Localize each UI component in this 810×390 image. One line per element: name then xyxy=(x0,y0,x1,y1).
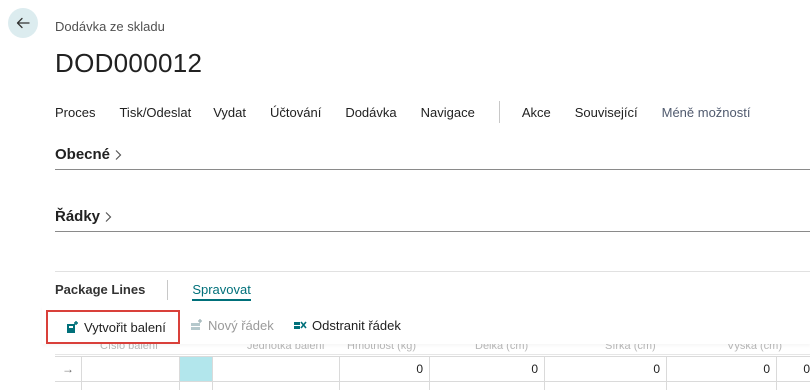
cell-empty xyxy=(776,382,810,390)
cell-empty xyxy=(212,382,339,390)
create-package-icon xyxy=(67,320,78,333)
cell-weight[interactable]: 0 xyxy=(339,357,429,381)
create-package-label: Vytvořit balení xyxy=(84,319,166,335)
package-lines-divider xyxy=(167,279,169,300)
package-lines-toolbar: Vytvořit balení Nový řádek Odstranit řád… xyxy=(42,306,810,344)
arrow-left-icon xyxy=(16,17,30,29)
back-button[interactable] xyxy=(8,8,38,38)
action-akce[interactable]: Akce xyxy=(522,105,551,120)
action-separator xyxy=(498,101,500,123)
delete-line-icon xyxy=(294,320,307,329)
new-line-label: Nový řádek xyxy=(208,317,274,333)
package-lines-grid: → 0 0 0 0 0 xyxy=(55,356,810,390)
action-souvisejici[interactable]: Související xyxy=(575,105,638,120)
chevron-right-icon xyxy=(115,149,122,160)
action-less-options[interactable]: Méně možností xyxy=(662,105,751,120)
fasttab-lines[interactable]: Řádky xyxy=(55,208,810,232)
tab-spravovat[interactable]: Spravovat xyxy=(192,282,251,301)
action-tisk-odeslat[interactable]: Tisk/Odeslat xyxy=(119,105,191,120)
cell-empty xyxy=(544,382,666,390)
row-indicator-arrow-icon: → xyxy=(62,362,74,376)
new-line-icon xyxy=(191,318,202,330)
cell-empty xyxy=(339,382,429,390)
breadcrumb: Dodávka ze skladu xyxy=(55,19,165,34)
cell-empty xyxy=(179,382,212,390)
delete-line-label: Odstranit řádek xyxy=(312,317,401,333)
cell-empty xyxy=(666,382,776,390)
action-proces[interactable]: Proces xyxy=(55,105,95,120)
table-row[interactable] xyxy=(55,382,810,390)
cell-selected[interactable] xyxy=(179,357,212,381)
create-package-button[interactable]: Vytvořit balení xyxy=(46,310,180,344)
package-lines-title: Package Lines xyxy=(55,282,146,297)
cell-empty xyxy=(81,382,179,390)
page-title: DOD000012 xyxy=(55,48,203,78)
action-uctovani[interactable]: Účtování xyxy=(270,105,321,120)
fasttab-general-label: Obecné xyxy=(55,146,111,163)
cell-height[interactable]: 0 xyxy=(666,357,776,381)
fasttab-general[interactable]: Obecné xyxy=(55,146,810,170)
action-bar: Proces Tisk/Odeslat Vydat Účtování Dodáv… xyxy=(55,101,774,123)
new-line-button[interactable]: Nový řádek xyxy=(190,318,274,333)
chevron-right-icon xyxy=(105,211,112,222)
cell-length[interactable]: 0 xyxy=(429,357,544,381)
action-dodavka[interactable]: Dodávka xyxy=(345,105,396,120)
package-lines-header: Package Lines Spravovat xyxy=(55,271,810,307)
delete-line-button[interactable]: Odstranit řádek xyxy=(294,318,401,333)
cell-package-no[interactable] xyxy=(81,357,179,381)
fasttab-lines-label: Řádky xyxy=(55,208,101,225)
cell-package-unit[interactable] xyxy=(212,357,339,381)
action-navigace[interactable]: Navigace xyxy=(421,105,475,120)
cell-extra[interactable]: 0 xyxy=(776,357,810,381)
cell-width[interactable]: 0 xyxy=(544,357,666,381)
action-vydat[interactable]: Vydat xyxy=(213,105,246,120)
cell-empty xyxy=(429,382,544,390)
table-row[interactable]: → 0 0 0 0 0 xyxy=(55,356,810,382)
